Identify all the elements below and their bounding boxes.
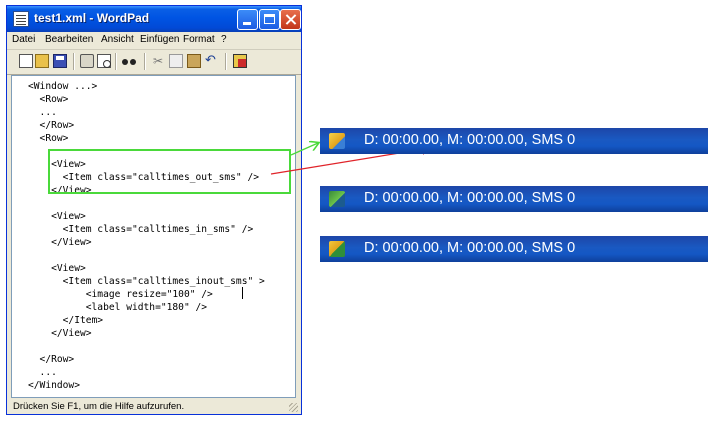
inout-sms-icon (329, 241, 345, 257)
preview-row-in-sms: D: 00:00.00, M: 00:00.00, SMS 0 (320, 186, 708, 212)
outgoing-sms-icon (329, 133, 345, 149)
row-text: D: 00:00.00, M: 00:00.00, SMS 0 (364, 190, 576, 206)
row-text: D: 00:00.00, M: 00:00.00, SMS 0 (364, 240, 576, 256)
row-text: D: 00:00.00, M: 00:00.00, SMS 0 (364, 132, 576, 148)
green-arrow (290, 143, 318, 156)
preview-row-inout-sms: D: 00:00.00, M: 00:00.00, SMS 0 (320, 236, 708, 262)
preview-row-out-sms: D: 00:00.00, M: 00:00.00, SMS 0 (320, 128, 708, 154)
connector-arrows (270, 0, 720, 175)
incoming-sms-icon (329, 191, 345, 207)
